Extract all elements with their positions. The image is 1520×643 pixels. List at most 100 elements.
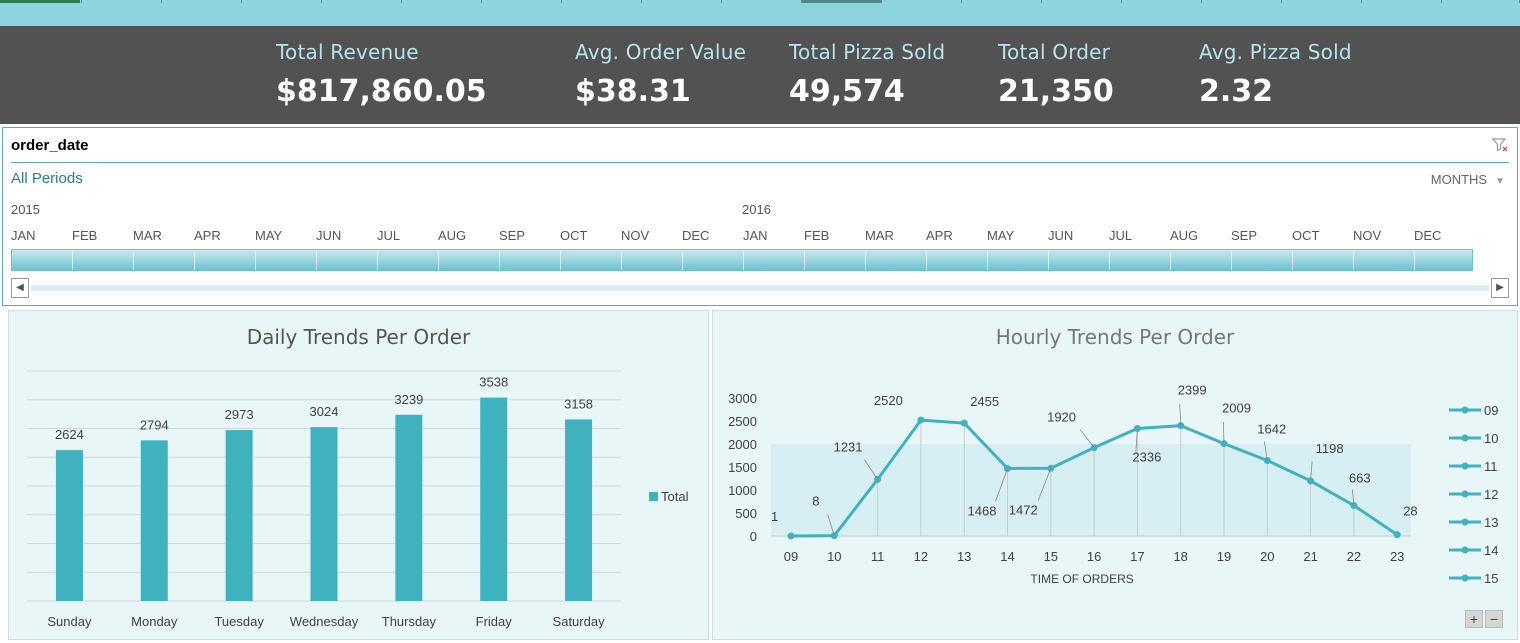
month-tick xyxy=(1231,250,1232,270)
category-label: Wednesday xyxy=(290,614,359,629)
x-tick-label: 12 xyxy=(914,549,928,564)
month-label[interactable]: MAY xyxy=(255,228,282,243)
year-label: 2015 xyxy=(11,202,40,217)
month-label[interactable]: JUL xyxy=(377,228,400,243)
column-cell[interactable] xyxy=(1202,0,1282,3)
data-point xyxy=(1393,531,1401,539)
column-cell[interactable] xyxy=(1362,0,1442,3)
timeline-scrollbar[interactable]: ◀ ▶ xyxy=(11,278,1509,298)
month-label[interactable]: AUG xyxy=(438,228,466,243)
data-label: 3538 xyxy=(479,375,508,390)
month-label[interactable]: APR xyxy=(194,228,221,243)
legend-swatch xyxy=(649,492,658,501)
column-cell[interactable] xyxy=(642,0,722,3)
clear-filter-icon[interactable] xyxy=(1491,136,1509,154)
column-cell[interactable] xyxy=(482,0,562,3)
legend-label: 13 xyxy=(1484,515,1498,530)
month-label[interactable]: MAR xyxy=(133,228,162,243)
bar xyxy=(480,397,508,601)
legend-label: 10 xyxy=(1484,431,1498,446)
x-tick-label: 23 xyxy=(1390,549,1404,564)
month-label[interactable]: NOV xyxy=(1353,228,1381,243)
month-label[interactable]: MAR xyxy=(865,228,894,243)
x-tick-label: 11 xyxy=(871,549,885,564)
slicer-title: order_date xyxy=(11,137,89,154)
scroll-left-icon[interactable]: ◀ xyxy=(11,278,29,298)
data-label: 2794 xyxy=(140,417,169,432)
data-label: 2399 xyxy=(1178,383,1207,398)
column-cell[interactable] xyxy=(802,0,882,3)
month-label[interactable]: DEC xyxy=(1414,228,1441,243)
column-cell[interactable] xyxy=(162,0,242,3)
month-label[interactable]: SEP xyxy=(499,228,525,243)
x-tick-label: 19 xyxy=(1217,549,1231,564)
x-tick-label: 10 xyxy=(827,549,841,564)
month-label[interactable]: MAY xyxy=(987,228,1014,243)
scroll-right-icon[interactable]: ▶ xyxy=(1491,278,1509,298)
kpi-label: Avg. Order Value xyxy=(575,40,747,64)
data-point xyxy=(960,419,968,427)
column-cell[interactable] xyxy=(0,0,82,3)
month-label[interactable]: OCT xyxy=(560,228,587,243)
zoom-in-button[interactable]: + xyxy=(1465,610,1483,628)
month-tick xyxy=(1109,250,1110,270)
month-label[interactable]: DEC xyxy=(682,228,709,243)
column-cell[interactable] xyxy=(1122,0,1202,3)
data-label: 663 xyxy=(1349,471,1371,486)
x-tick-label: 20 xyxy=(1260,549,1274,564)
x-tick-label: 18 xyxy=(1173,549,1187,564)
month-label[interactable]: OCT xyxy=(1292,228,1319,243)
column-cell[interactable] xyxy=(722,0,802,3)
legend-label: 14 xyxy=(1484,543,1498,558)
column-cell[interactable] xyxy=(1442,0,1520,3)
x-tick-label: 21 xyxy=(1303,549,1317,564)
month-label[interactable]: FEB xyxy=(72,228,97,243)
month-label[interactable]: JUL xyxy=(1109,228,1132,243)
kpi-value: $817,860.05 xyxy=(276,74,487,109)
month-label[interactable]: JUN xyxy=(1048,228,1073,243)
y-tick-label: 500 xyxy=(735,506,757,521)
data-point xyxy=(1004,464,1011,472)
month-label[interactable]: NOV xyxy=(621,228,649,243)
column-cell[interactable] xyxy=(322,0,402,3)
column-cell[interactable] xyxy=(242,0,322,3)
legend-marker xyxy=(1461,406,1469,414)
column-cell[interactable] xyxy=(402,0,482,3)
data-label: 2624 xyxy=(55,427,84,442)
data-label: 3239 xyxy=(394,392,423,407)
legend-label: 15 xyxy=(1484,571,1498,586)
hourly-trends-chart[interactable]: Hourly Trends Per Order 0 500 1000 1500 2000… xyxy=(712,310,1518,640)
legend-marker xyxy=(1461,434,1469,442)
column-cell[interactable] xyxy=(962,0,1042,3)
zoom-out-button[interactable]: − xyxy=(1485,610,1503,628)
month-label[interactable]: FEB xyxy=(804,228,829,243)
month-label[interactable]: JAN xyxy=(11,228,36,243)
kpi-value: 49,574 xyxy=(789,74,905,109)
column-cell[interactable] xyxy=(1042,0,1122,3)
data-point xyxy=(787,532,795,540)
column-cell[interactable] xyxy=(882,0,962,3)
data-label: 2336 xyxy=(1132,450,1161,465)
kpi-total-pizza-sold: Total Pizza Sold 49,574 xyxy=(789,40,945,109)
legend-label: 09 xyxy=(1484,403,1498,418)
time-level-dropdown[interactable]: MONTHS ▼ xyxy=(1431,172,1505,187)
month-label[interactable]: AUG xyxy=(1170,228,1198,243)
data-label: 2455 xyxy=(970,394,999,409)
daily-trends-chart[interactable]: Daily Trends Per Order 2624 Sunday 2794 Mon… xyxy=(8,310,709,640)
month-label[interactable]: JUN xyxy=(316,228,341,243)
month-label[interactable]: APR xyxy=(926,228,953,243)
column-cell[interactable] xyxy=(1282,0,1362,3)
column-cell[interactable] xyxy=(82,0,162,3)
bar xyxy=(565,419,593,601)
month-label[interactable]: SEP xyxy=(1231,228,1257,243)
data-label: 1468 xyxy=(968,503,997,518)
timeline-bar[interactable] xyxy=(11,249,1473,271)
order-date-timeline-slicer[interactable]: order_date All Periods MONTHS ▼ 2015 2016… xyxy=(2,127,1518,306)
column-cell[interactable] xyxy=(562,0,642,3)
month-tick xyxy=(438,250,439,270)
kpi-value: $38.31 xyxy=(575,74,691,109)
bar-chart-svg: 2624 Sunday 2794 Monday 2973 Tuesday 3024 Wedne… xyxy=(27,370,689,629)
month-label[interactable]: JAN xyxy=(743,228,768,243)
scroll-track[interactable] xyxy=(31,285,1489,291)
kpi-value: 21,350 xyxy=(998,74,1114,109)
